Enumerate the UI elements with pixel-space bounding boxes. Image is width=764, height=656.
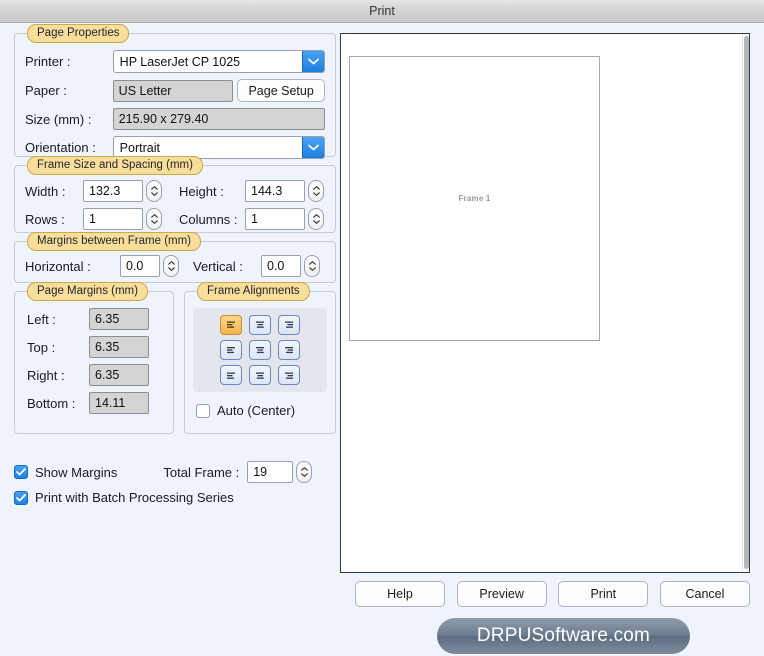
align-bottom-right-button[interactable]: [278, 365, 300, 385]
total-frame-stepper[interactable]: [296, 461, 313, 483]
auto-center-checkbox[interactable]: [196, 403, 210, 418]
preview-frame-label: Frame 1: [458, 194, 491, 203]
paper-row: Paper : US Letter Page Setup: [25, 79, 325, 102]
right-margin-row: Right : 6.35: [27, 364, 163, 386]
rows-columns-row: Rows : 1 Columns : 1: [25, 208, 325, 230]
orientation-value: Portrait: [119, 140, 160, 155]
width-label: Width :: [25, 183, 66, 199]
align-middle-right-button[interactable]: [278, 340, 300, 360]
cancel-button[interactable]: Cancel: [659, 581, 750, 607]
horizontal-label: Horizontal :: [25, 258, 91, 274]
rows-stepper[interactable]: [146, 208, 162, 230]
bottom-margin-row: Bottom : 14.11: [27, 392, 163, 414]
printer-label: Printer :: [25, 54, 71, 69]
preview-page-sheet: Frame 1: [349, 56, 600, 341]
preview-button[interactable]: Preview: [456, 581, 547, 607]
width-stepper[interactable]: [146, 180, 162, 202]
align-top-center-button[interactable]: [249, 315, 271, 335]
height-stepper[interactable]: [308, 180, 324, 202]
chevron-down-icon[interactable]: [302, 137, 324, 158]
dialog-button-bar: Help Preview Print Cancel: [355, 581, 750, 607]
page-properties-group-label: Page Properties: [27, 24, 130, 43]
vertical-input[interactable]: 0.0: [261, 255, 301, 277]
watermark-text: DRPUSoftware.com: [476, 625, 651, 646]
align-top-right-button[interactable]: [278, 315, 300, 335]
batch-processing-label: Print with Batch Processing Series: [35, 490, 234, 505]
print-button[interactable]: Print: [558, 581, 649, 607]
bottom-margin-value: 14.11: [89, 392, 149, 414]
page-properties-group: Page Properties Printer : HP LaserJet CP…: [14, 24, 336, 159]
batch-processing-row: Print with Batch Processing Series: [14, 490, 336, 505]
options-section: Show Margins Total Frame : 19 Print with…: [14, 461, 336, 505]
align-bottom-left-button[interactable]: [220, 365, 242, 385]
show-margins-label: Show Margins: [35, 464, 118, 480]
size-value-field: 215.90 x 279.40: [112, 108, 325, 130]
preview-vertical-scrollbar[interactable]: [742, 34, 749, 572]
printer-value: HP LaserJet CP 1025: [119, 54, 241, 69]
page-margins-group-label: Page Margins (mm): [27, 282, 148, 301]
total-frame-input[interactable]: 19: [247, 461, 294, 483]
chevron-down-icon[interactable]: [302, 51, 324, 72]
height-label: Height :: [179, 183, 224, 199]
frame-alignment-grid: [193, 308, 327, 392]
margins-alignments-row: Page Margins (mm) Left : 6.35 Top : 6.35…: [14, 282, 336, 442]
horizontal-input[interactable]: 0.0: [120, 255, 160, 277]
show-margins-row: Show Margins Total Frame : 19: [14, 461, 336, 483]
width-height-row: Width : 132.3 Height : 144.3: [25, 180, 325, 202]
horizontal-stepper[interactable]: [163, 255, 179, 277]
print-preview-panel[interactable]: Frame 1: [340, 33, 750, 573]
frame-size-group-label: Frame Size and Spacing (mm): [27, 156, 203, 175]
columns-stepper[interactable]: [308, 208, 324, 230]
vertical-label: Vertical :: [193, 258, 243, 274]
drpu-watermark: DRPUSoftware.com: [437, 618, 690, 654]
left-margin-value: 6.35: [89, 308, 149, 330]
columns-label: Columns :: [179, 211, 238, 227]
height-input[interactable]: 144.3: [245, 180, 305, 202]
printer-row: Printer : HP LaserJet CP 1025: [25, 50, 325, 73]
window-title: Print: [369, 4, 395, 18]
page-margins-group: Page Margins (mm) Left : 6.35 Top : 6.35…: [14, 282, 174, 434]
right-margin-label: Right :: [27, 367, 65, 383]
size-label: Size (mm) :: [25, 111, 92, 127]
printer-select[interactable]: HP LaserJet CP 1025: [112, 50, 325, 73]
top-margin-row: Top : 6.35: [27, 336, 163, 358]
right-margin-value: 6.35: [89, 364, 149, 386]
vertical-stepper[interactable]: [304, 255, 320, 277]
rows-label: Rows :: [25, 211, 65, 227]
frame-size-group: Frame Size and Spacing (mm) Width : 132.…: [14, 156, 336, 233]
auto-center-label: Auto (Center): [217, 403, 296, 418]
paper-value-field: US Letter: [112, 79, 234, 102]
horizontal-vertical-row: Horizontal : 0.0 Vertical : 0.0: [25, 255, 325, 277]
scrollbar-thumb[interactable]: [744, 36, 749, 569]
columns-input[interactable]: 1: [245, 208, 305, 230]
left-margin-label: Left :: [27, 311, 56, 327]
print-dialog: Page Properties Printer : HP LaserJet CP…: [0, 23, 764, 656]
settings-column: Page Properties Printer : HP LaserJet CP…: [14, 24, 336, 505]
margins-between-frame-group-label: Margins between Frame (mm): [27, 232, 202, 251]
width-input[interactable]: 132.3: [83, 180, 143, 202]
window-titlebar: Print: [0, 0, 764, 23]
auto-center-row[interactable]: Auto (Center): [193, 403, 327, 418]
show-margins-checkbox[interactable]: [14, 465, 28, 479]
batch-processing-checkbox[interactable]: [14, 490, 28, 505]
orientation-label: Orientation :: [25, 140, 96, 155]
align-middle-left-button[interactable]: [220, 340, 242, 360]
top-margin-value: 6.35: [89, 336, 149, 358]
rows-input[interactable]: 1: [83, 208, 143, 230]
size-row: Size (mm) : 215.90 x 279.40: [25, 108, 325, 130]
align-middle-center-button[interactable]: [249, 340, 271, 360]
left-margin-row: Left : 6.35: [27, 308, 163, 330]
margins-between-frame-group: Margins between Frame (mm) Horizontal : …: [14, 232, 336, 283]
frame-alignments-group: Frame Alignments Auto (Center): [184, 282, 336, 434]
total-frame-label: Total Frame :: [163, 464, 240, 480]
align-bottom-center-button[interactable]: [249, 365, 271, 385]
bottom-margin-label: Bottom :: [27, 395, 76, 411]
align-top-left-button[interactable]: [220, 315, 242, 335]
page-setup-button[interactable]: Page Setup: [237, 79, 325, 102]
frame-alignments-group-label: Frame Alignments: [197, 282, 310, 301]
paper-label: Paper :: [25, 83, 67, 98]
help-button[interactable]: Help: [355, 581, 445, 607]
top-margin-label: Top :: [27, 339, 56, 355]
